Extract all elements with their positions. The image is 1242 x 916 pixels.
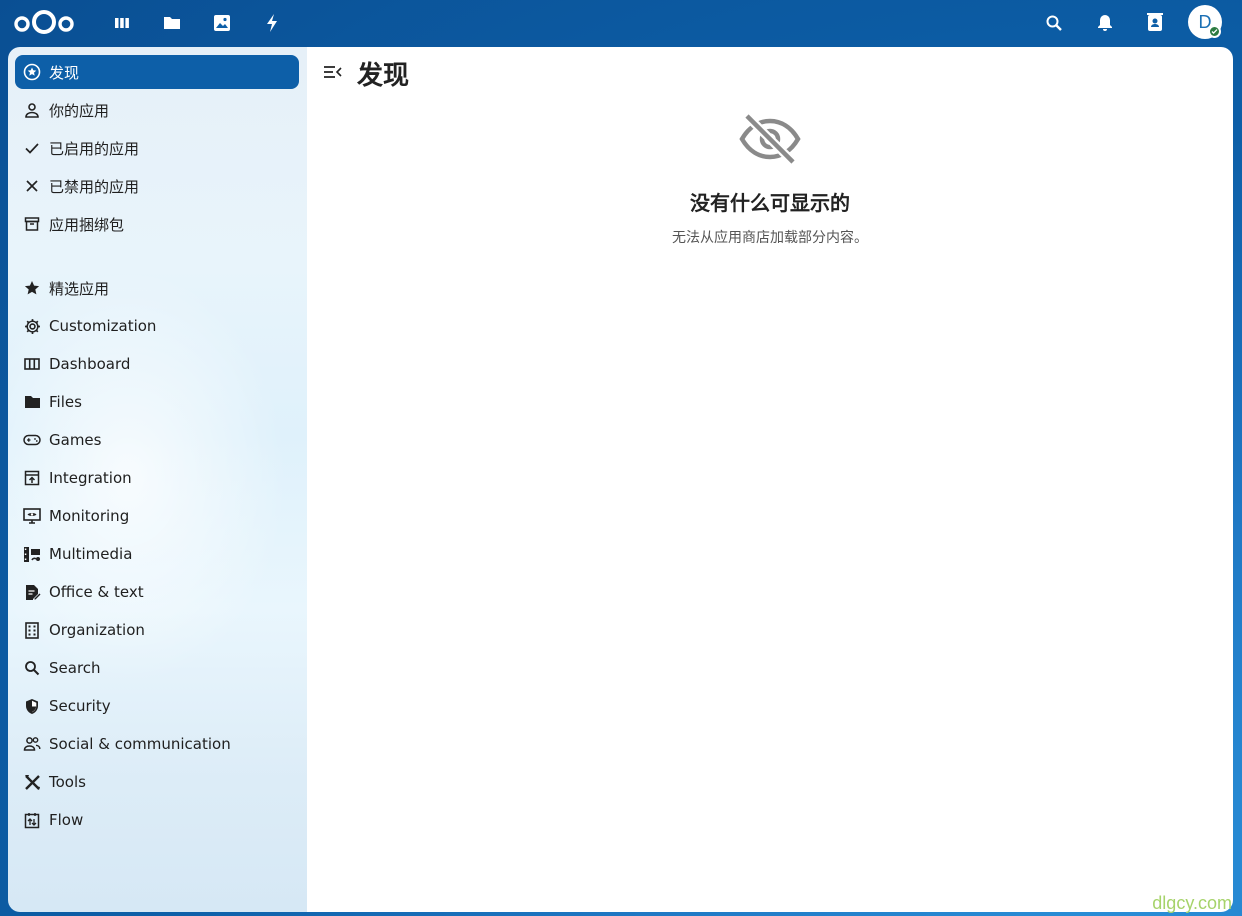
files-icon[interactable] (159, 10, 185, 36)
file-document-edit-icon (23, 583, 41, 601)
nav-item-label: Multimedia (49, 545, 133, 563)
star-circle-icon (23, 63, 41, 81)
office-building-icon (23, 621, 41, 639)
nav-item-dashboard[interactable]: Dashboard (15, 347, 299, 381)
nav-item-security[interactable]: Security (15, 689, 299, 723)
nav-item-label: 你的应用 (49, 101, 110, 120)
nav-item-featured-apps[interactable]: 精选应用 (15, 271, 299, 305)
account-multiple-icon (23, 735, 41, 753)
nav-item-label: 应用捆绑包 (49, 215, 125, 234)
nav-item-flow[interactable]: Flow (15, 803, 299, 837)
nav-item-label: Tools (49, 773, 86, 791)
nav-item-files[interactable]: Files (15, 385, 299, 419)
archive-icon (23, 215, 41, 233)
nav-item-label: 已启用的应用 (49, 139, 140, 158)
nav-item-label: Files (49, 393, 82, 411)
nav-item-discover[interactable]: 发现 (15, 55, 299, 89)
nav-item-label: 精选应用 (49, 279, 110, 298)
nav-item-label: Customization (49, 317, 157, 335)
account-icon (23, 101, 41, 119)
nav-item-label: Security (49, 697, 111, 715)
nav-item-label: Social & communication (49, 735, 231, 753)
nav-item-games[interactable]: Games (15, 423, 299, 457)
navigation-toggle-icon[interactable] (323, 64, 343, 80)
nav-item-label: 已禁用的应用 (49, 177, 140, 196)
nav-item-enabled-apps[interactable]: 已启用的应用 (15, 131, 299, 165)
multimedia-icon (23, 545, 41, 563)
empty-state-description: 无法从应用商店加载部分内容。 (672, 230, 868, 246)
nav-item-tools[interactable]: Tools (15, 765, 299, 799)
integration-icon (23, 469, 41, 487)
tools-icon (23, 773, 41, 791)
app-navigation: 发现 你的应用 已启用的应用 已禁用的应用 应用捆绑包 精选应用 Customi… (8, 47, 307, 912)
top-header: D (0, 0, 1242, 46)
star-icon (23, 279, 41, 297)
nav-item-monitoring[interactable]: Monitoring (15, 499, 299, 533)
nav-item-multimedia[interactable]: Multimedia (15, 537, 299, 571)
eye-off-icon (739, 113, 801, 165)
nav-item-label: 发现 (49, 63, 80, 82)
nav-item-organization[interactable]: Organization (15, 613, 299, 647)
close-icon (23, 177, 41, 195)
view-column-icon (23, 355, 41, 373)
nav-item-app-bundles[interactable]: 应用捆绑包 (15, 207, 299, 241)
search-icon[interactable] (1041, 10, 1067, 36)
nextcloud-logo[interactable] (12, 8, 76, 36)
nav-item-label: Monitoring (49, 507, 130, 525)
check-icon (23, 139, 41, 157)
contacts-icon[interactable] (1142, 10, 1168, 36)
photos-icon[interactable] (209, 10, 235, 36)
watermark: dlgcy.com (1152, 893, 1232, 913)
nav-item-label: Games (49, 431, 102, 449)
nav-item-label: Office & text (49, 583, 144, 601)
folder-icon (23, 393, 41, 411)
nav-item-label: Organization (49, 621, 145, 639)
nav-item-customization[interactable]: Customization (15, 309, 299, 343)
nav-item-integration[interactable]: Integration (15, 461, 299, 495)
nav-item-your-apps[interactable]: 你的应用 (15, 93, 299, 127)
cog-icon (23, 317, 41, 335)
nav-item-label: Search (49, 659, 101, 677)
nav-item-label: Dashboard (49, 355, 131, 373)
magnify-icon (23, 659, 41, 677)
nav-item-disabled-apps[interactable]: 已禁用的应用 (15, 169, 299, 203)
flow-icon (23, 811, 41, 829)
notifications-icon[interactable] (1092, 10, 1118, 36)
nav-item-social-communication[interactable]: Social & communication (15, 727, 299, 761)
empty-state-title: 没有什么可显示的 (690, 191, 850, 215)
nav-item-label: Flow (49, 811, 84, 829)
nav-item-office-text[interactable]: Office & text (15, 575, 299, 609)
activity-icon[interactable] (259, 10, 285, 36)
nav-item-label: Integration (49, 469, 132, 487)
gamepad-icon (23, 431, 41, 449)
monitor-eye-icon (23, 507, 41, 525)
app-content: 发现 没有什么可显示的 无法从应用商店加载部分内容。 (307, 47, 1233, 912)
shield-icon (23, 697, 41, 715)
nav-item-search[interactable]: Search (15, 651, 299, 685)
status-online-icon (1208, 25, 1221, 38)
dashboard-icon[interactable] (109, 10, 135, 36)
page-title: 发现 (357, 61, 410, 91)
